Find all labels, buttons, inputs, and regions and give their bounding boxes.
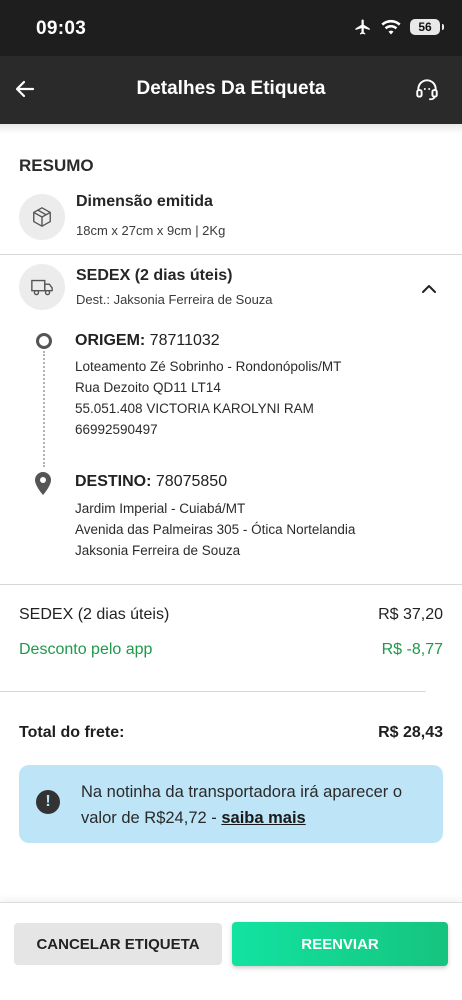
origin-cep: 78711032 (149, 332, 220, 349)
total-label: Total do frete: (19, 724, 125, 741)
destination-heading: DESTINO: 78075850 (75, 473, 227, 491)
truck-icon-circle (19, 264, 65, 310)
collapse-button[interactable] (416, 278, 442, 300)
service-price-row: SEDEX (2 dias úteis) R$ 37,20 (19, 606, 443, 624)
location-pin-icon (35, 472, 51, 495)
destination-line: Jardim Imperial - Cuiabá/MT (75, 501, 246, 516)
origin-line: 55.051.408 VICTORIA KAROLYNI RAM (75, 401, 314, 416)
status-bar: 09:03 56 (0, 0, 462, 56)
info-box: ! Na notinha da transportadora irá apare… (19, 765, 443, 843)
destination-line: Jaksonia Ferreira de Souza (75, 543, 241, 558)
exclamation-icon: ! (36, 790, 60, 814)
destination-label: DESTINO: (75, 473, 152, 490)
wifi-icon (381, 19, 401, 35)
destination-address: Jardim Imperial - Cuiabá/MT Avenida das … (75, 498, 355, 561)
dimension-title: Dimensão emitida (76, 193, 213, 210)
app-header: Detalhes Da Etiqueta (0, 56, 462, 124)
summary-title: RESUMO (19, 156, 94, 175)
cancel-label-button[interactable]: CANCELAR ETIQUETA (14, 923, 222, 965)
destination-cep: 78075850 (155, 473, 228, 490)
support-button[interactable] (412, 74, 442, 104)
header-shadow (0, 124, 462, 134)
origin-marker-icon (36, 333, 52, 349)
divider (0, 254, 462, 255)
chevron-up-icon (422, 285, 436, 293)
status-time: 09:03 (36, 18, 87, 39)
divider (0, 691, 426, 692)
resend-button[interactable]: REENVIAR (232, 922, 448, 966)
page-title: Detalhes Da Etiqueta (136, 78, 326, 99)
airplane-icon (355, 19, 370, 35)
total-price-row: Total do frete: R$ 28,43 (19, 724, 443, 742)
discount-label: Desconto pelo app (19, 641, 153, 658)
status-icons: 56 (354, 18, 444, 36)
destination-line: Avenida das Palmeiras 305 - Ótica Nortel… (75, 522, 356, 537)
origin-line: Rua Dezoito QD11 LT14 (75, 380, 221, 395)
headset-icon (416, 79, 438, 101)
footer-actions: CANCELAR ETIQUETA REENVIAR (0, 902, 462, 1000)
discount-value: R$ -8,77 (381, 641, 443, 658)
origin-line: 66992590497 (75, 422, 158, 437)
origin-label: ORIGEM: (75, 332, 146, 349)
dimension-value: 18cm x 27cm x 9cm | 2Kg (76, 223, 226, 238)
route-line (43, 351, 45, 467)
divider (0, 584, 462, 585)
origin-heading: ORIGEM: 78711032 (75, 332, 220, 350)
shipping-title: SEDEX (2 dias úteis) (76, 267, 233, 284)
discount-price-row: Desconto pelo app R$ -8,77 (19, 641, 443, 659)
total-value: R$ 28,43 (378, 724, 443, 741)
service-label: SEDEX (2 dias úteis) (19, 606, 170, 623)
origin-line: Loteamento Zé Sobrinho - Rondonópolis/MT (75, 359, 342, 374)
shipping-dest: Dest.: Jaksonia Ferreira de Souza (76, 292, 273, 307)
info-text: Na notinha da transportadora irá aparece… (81, 779, 429, 831)
service-value: R$ 37,20 (378, 606, 443, 623)
learn-more-link[interactable]: saiba mais (221, 809, 305, 827)
package-icon (33, 207, 51, 227)
origin-address: Loteamento Zé Sobrinho - Rondonópolis/MT… (75, 356, 341, 440)
battery-icon: 56 (410, 19, 444, 35)
package-icon-circle (19, 194, 65, 240)
truck-icon (31, 279, 53, 296)
